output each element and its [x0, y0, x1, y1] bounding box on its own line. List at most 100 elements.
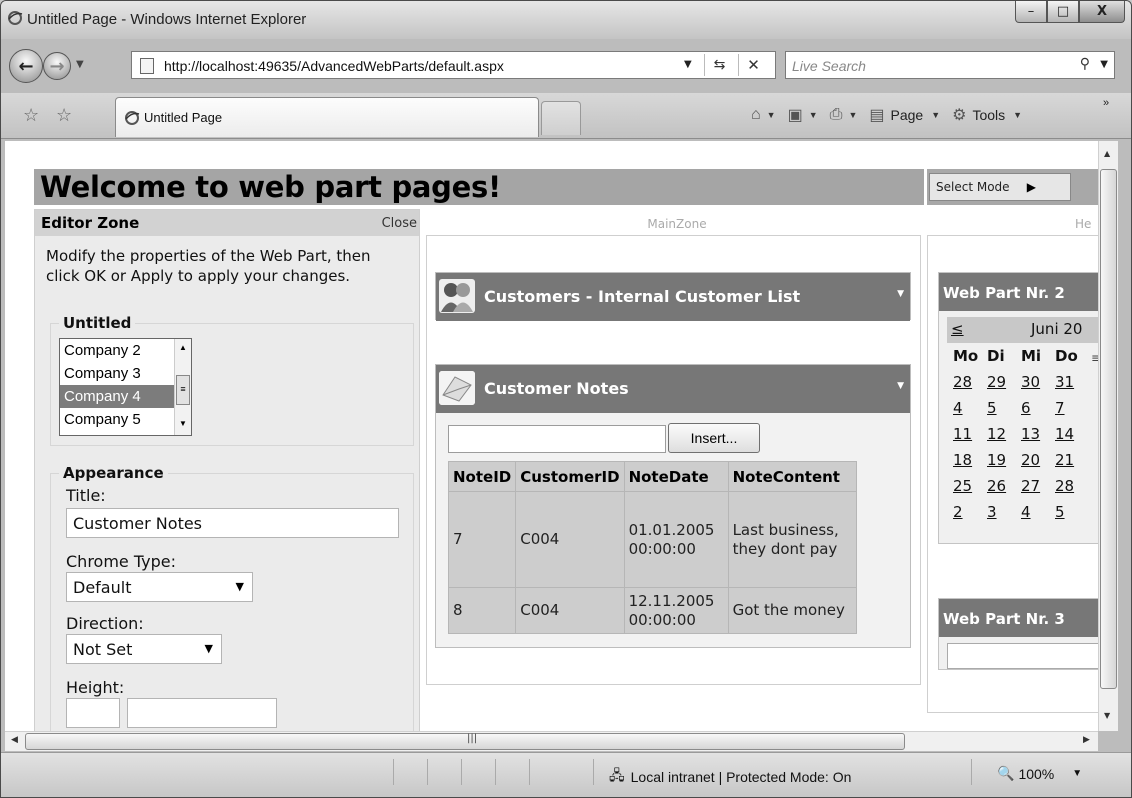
calendar-day[interactable]: 6 — [1021, 399, 1055, 425]
web-part-menu-icon[interactable]: ▼ — [897, 381, 904, 391]
stop-icon[interactable]: ✕ — [738, 54, 768, 76]
search-dropdown-icon[interactable]: ▼ — [1100, 59, 1108, 70]
search-input[interactable]: Live Search ⚲ ▼ — [785, 51, 1115, 79]
calendar-day[interactable]: 12 — [987, 425, 1021, 451]
list-item[interactable]: Company 2 — [60, 339, 191, 362]
url-input[interactable]: http://localhost:49635/AdvancedWebParts/… — [131, 51, 776, 79]
listbox-scrollbar[interactable]: ▲ ≡ ▼ — [174, 339, 191, 435]
page-menu[interactable]: Page — [891, 107, 924, 123]
horizontal-scroll-thumb[interactable] — [25, 733, 905, 750]
table-row: 7 C004 01.01.2005 00:00:00 Last business… — [447, 491, 857, 588]
tab-untitled-page[interactable]: Untitled Page — [115, 97, 539, 137]
calendar-day[interactable]: 28 — [953, 373, 987, 399]
back-button[interactable]: ← — [9, 49, 43, 83]
status-bar: 🖧 Local intranet | Protected Mode: On 🔍 … — [1, 752, 1131, 797]
calendar-day[interactable]: 26 — [987, 477, 1021, 503]
forward-button[interactable]: → — [43, 52, 71, 80]
security-zone[interactable]: 🖧 Local intranet | Protected Mode: On — [609, 765, 851, 789]
horizontal-scrollbar[interactable]: ◀ ||| ▶ — [5, 731, 1098, 751]
scroll-right-icon[interactable]: ▶ — [1083, 735, 1090, 745]
company-listbox[interactable]: Company 2 Company 3 Company 4 Company 5 … — [59, 338, 192, 436]
maximize-button[interactable]: □ — [1047, 1, 1079, 23]
calendar-week: 11 12 13 14 — [953, 425, 1089, 451]
calendar-day[interactable]: 4 — [1021, 503, 1055, 529]
scroll-thumb[interactable]: ≡ — [176, 375, 190, 405]
table-header-row: NoteID CustomerID NoteDate NoteContent — [447, 461, 857, 492]
calendar-day[interactable]: 20 — [1021, 451, 1055, 477]
vertical-scroll-thumb[interactable] — [1100, 169, 1117, 689]
scroll-left-icon[interactable]: ◀ — [11, 735, 18, 745]
history-dropdown-icon[interactable]: ▼ — [76, 59, 84, 70]
day-header: Mi — [1021, 347, 1042, 365]
table-cell: 8 — [447, 587, 517, 634]
calendar-day[interactable]: 3 — [987, 503, 1021, 529]
scroll-up-icon[interactable]: ▲ — [179, 343, 187, 352]
calendar-day[interactable]: 13 — [1021, 425, 1055, 451]
scroll-down-icon[interactable]: ▼ — [1104, 711, 1110, 720]
refresh-icon[interactable]: ⇆ — [704, 54, 734, 76]
calendar-week: 25 26 27 28 — [953, 477, 1089, 503]
list-item[interactable]: Company 3 — [60, 362, 191, 385]
title-field[interactable]: Customer Notes — [66, 508, 399, 538]
calendar-day[interactable]: 11 — [953, 425, 987, 451]
calendar-day[interactable]: 7 — [1055, 399, 1089, 425]
web-part-3-title: Web Part Nr. 3 — [939, 599, 1118, 637]
calendar-prev-link[interactable]: ≤ — [951, 320, 964, 338]
tools-dropdown-icon[interactable]: ▼ — [1013, 110, 1022, 120]
url-dropdown-icon[interactable]: ▼ — [684, 59, 692, 70]
calendar-day[interactable]: 28 — [1055, 477, 1089, 503]
editor-close-link[interactable]: Close — [382, 216, 417, 231]
feeds-dropdown-icon[interactable]: ▼ — [809, 110, 818, 120]
direction-select[interactable]: Not Set ▼ — [66, 634, 222, 664]
calendar-day[interactable]: 5 — [1055, 503, 1089, 529]
feeds-icon[interactable]: ▣ — [788, 105, 803, 125]
calendar-day[interactable]: 25 — [953, 477, 987, 503]
intranet-icon: 🖧 — [609, 767, 625, 783]
insert-button[interactable]: Insert... — [668, 423, 760, 453]
select-mode-button[interactable]: Select Mode ▶ — [929, 173, 1071, 201]
calendar-day[interactable]: 27 — [1021, 477, 1055, 503]
table-cell: Last business, they dont pay — [727, 491, 857, 588]
chrome-type-select[interactable]: Default ▼ — [66, 572, 253, 602]
calendar-day[interactable]: 5 — [987, 399, 1021, 425]
print-icon[interactable]: ⎙ — [830, 106, 843, 124]
calendar-day[interactable]: 14 — [1055, 425, 1089, 451]
toolbar-overflow-chevron[interactable]: » — [1103, 97, 1109, 109]
vertical-scrollbar[interactable]: ▲ ▼ — [1098, 141, 1118, 731]
web-part-3-input[interactable] — [947, 643, 1118, 669]
favorites-star-icon[interactable]: ☆ — [23, 105, 39, 126]
home-dropdown-icon[interactable]: ▼ — [767, 110, 776, 120]
print-dropdown-icon[interactable]: ▼ — [848, 110, 857, 120]
list-item-selected[interactable]: Company 4 — [60, 385, 191, 408]
calendar-day[interactable]: 18 — [953, 451, 987, 477]
list-item[interactable]: Company 5 — [60, 408, 191, 431]
height-unit-select[interactable] — [127, 698, 277, 728]
tools-gear-icon: ⚙ — [952, 107, 967, 124]
calendar-grid: Mo Di Mi Do 28 29 30 31 4 5 6 7 11 12 13… — [953, 347, 1089, 529]
calendar-day[interactable]: 21 — [1055, 451, 1089, 477]
web-part-menu-icon[interactable]: ▼ — [897, 289, 904, 299]
close-window-button[interactable]: X — [1079, 1, 1125, 23]
zoom-control[interactable]: 🔍 100% ▼ — [997, 765, 1082, 782]
calendar-day[interactable]: 29 — [987, 373, 1021, 399]
page-dropdown-icon[interactable]: ▼ — [931, 110, 940, 120]
calendar-day[interactable]: 31 — [1055, 373, 1089, 399]
scroll-up-icon[interactable]: ▲ — [1104, 149, 1110, 158]
zoom-dropdown-icon[interactable]: ▼ — [1072, 768, 1082, 779]
web-part-3: Web Part Nr. 3 — [938, 598, 1118, 670]
untitled-legend: Untitled — [63, 314, 132, 332]
calendar-day[interactable]: 30 — [1021, 373, 1055, 399]
height-field[interactable] — [66, 698, 120, 728]
add-favorites-icon[interactable]: ☆ — [56, 105, 72, 126]
minimize-button[interactable]: – — [1015, 1, 1047, 23]
home-icon[interactable]: ⌂ — [751, 106, 761, 124]
calendar-day[interactable]: 4 — [953, 399, 987, 425]
search-icon[interactable]: ⚲ — [1080, 56, 1090, 72]
new-tab-button[interactable] — [541, 101, 581, 135]
tools-menu[interactable]: Tools — [972, 107, 1005, 123]
calendar-day[interactable]: 19 — [987, 451, 1021, 477]
note-input[interactable] — [448, 425, 666, 453]
calendar-day[interactable]: 2 — [953, 503, 987, 529]
scroll-down-icon[interactable]: ▼ — [179, 419, 187, 428]
status-divider — [495, 759, 496, 785]
